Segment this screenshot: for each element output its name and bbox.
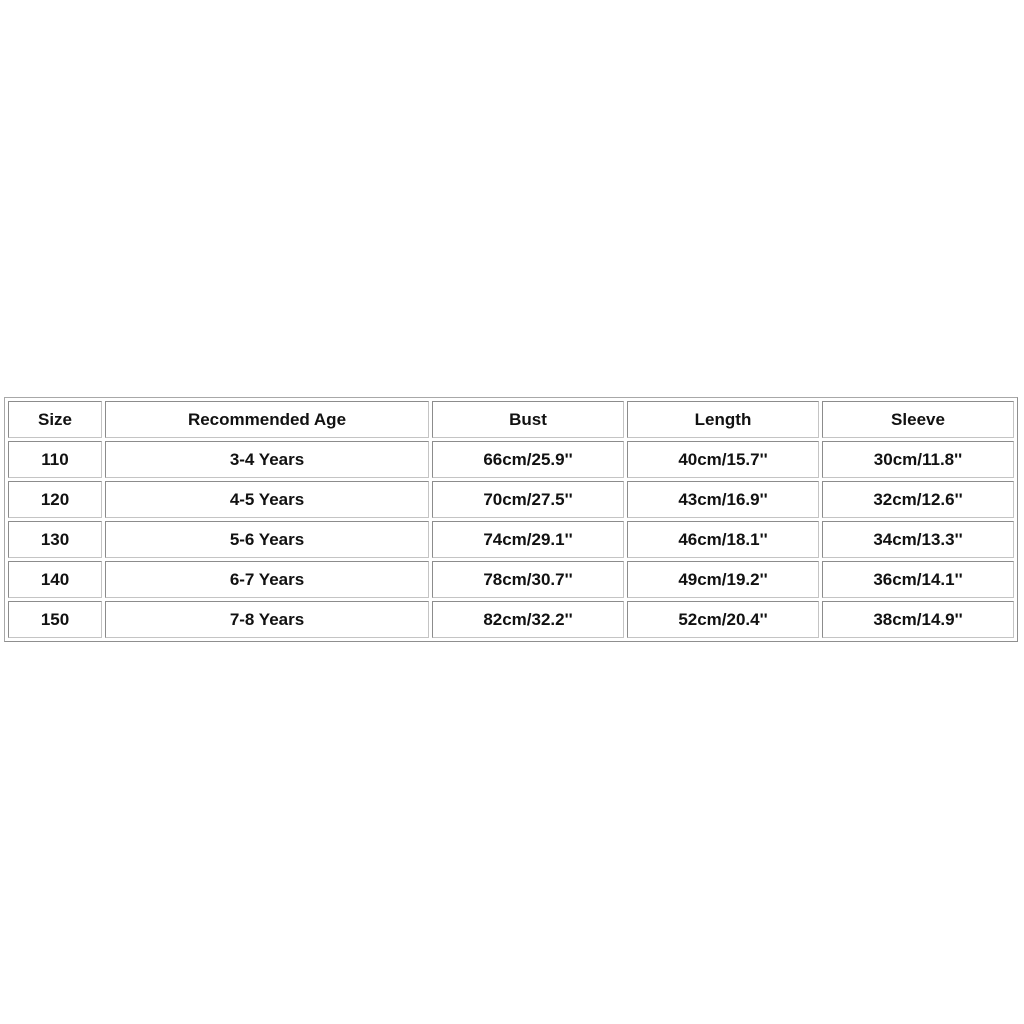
- cell-recommended-age: 7-8 Years: [105, 601, 429, 638]
- cell-sleeve: 34cm/13.3'': [822, 521, 1014, 558]
- cell-size: 140: [8, 561, 102, 598]
- cell-length: 49cm/19.2'': [627, 561, 819, 598]
- header-size: Size: [8, 401, 102, 438]
- cell-size: 110: [8, 441, 102, 478]
- cell-bust: 78cm/30.7'': [432, 561, 624, 598]
- cell-recommended-age: 6-7 Years: [105, 561, 429, 598]
- cell-sleeve: 38cm/14.9'': [822, 601, 1014, 638]
- cell-recommended-age: 3-4 Years: [105, 441, 429, 478]
- cell-size: 130: [8, 521, 102, 558]
- cell-size: 120: [8, 481, 102, 518]
- cell-sleeve: 30cm/11.8'': [822, 441, 1014, 478]
- cell-sleeve: 32cm/12.6'': [822, 481, 1014, 518]
- header-bust: Bust: [432, 401, 624, 438]
- cell-recommended-age: 5-6 Years: [105, 521, 429, 558]
- table-row: 140 6-7 Years 78cm/30.7'' 49cm/19.2'' 36…: [8, 561, 1014, 598]
- cell-bust: 70cm/27.5'': [432, 481, 624, 518]
- header-sleeve: Sleeve: [822, 401, 1014, 438]
- cell-bust: 66cm/25.9'': [432, 441, 624, 478]
- cell-size: 150: [8, 601, 102, 638]
- table-row: 130 5-6 Years 74cm/29.1'' 46cm/18.1'' 34…: [8, 521, 1014, 558]
- cell-sleeve: 36cm/14.1'': [822, 561, 1014, 598]
- table-row: 120 4-5 Years 70cm/27.5'' 43cm/16.9'' 32…: [8, 481, 1014, 518]
- header-row: Size Recommended Age Bust Length Sleeve: [8, 401, 1014, 438]
- size-chart-table: Size Recommended Age Bust Length Sleeve …: [4, 397, 1018, 642]
- cell-length: 46cm/18.1'': [627, 521, 819, 558]
- cell-recommended-age: 4-5 Years: [105, 481, 429, 518]
- cell-bust: 82cm/32.2'': [432, 601, 624, 638]
- size-chart-container: Size Recommended Age Bust Length Sleeve …: [4, 397, 1018, 642]
- header-recommended-age: Recommended Age: [105, 401, 429, 438]
- cell-bust: 74cm/29.1'': [432, 521, 624, 558]
- table-row: 150 7-8 Years 82cm/32.2'' 52cm/20.4'' 38…: [8, 601, 1014, 638]
- cell-length: 52cm/20.4'': [627, 601, 819, 638]
- header-length: Length: [627, 401, 819, 438]
- cell-length: 40cm/15.7'': [627, 441, 819, 478]
- cell-length: 43cm/16.9'': [627, 481, 819, 518]
- table-row: 110 3-4 Years 66cm/25.9'' 40cm/15.7'' 30…: [8, 441, 1014, 478]
